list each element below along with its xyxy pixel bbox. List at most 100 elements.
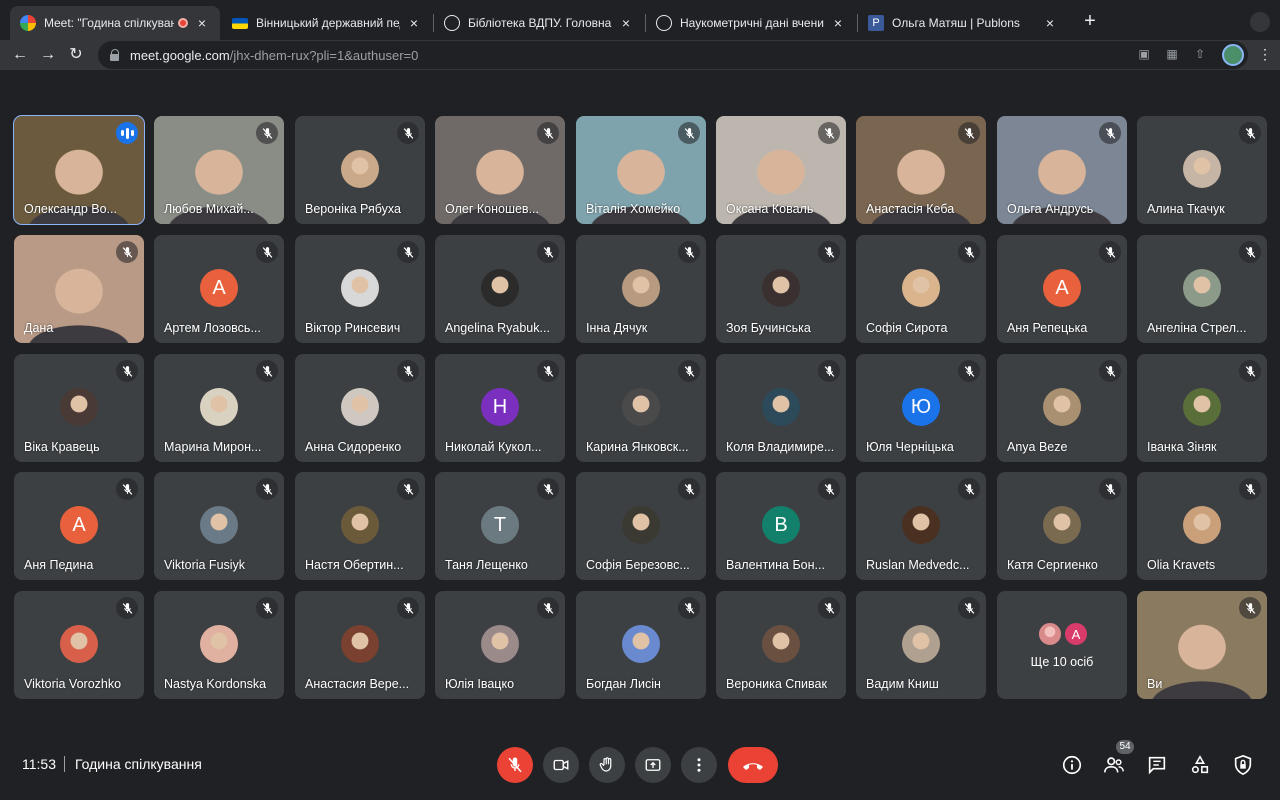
reload-button[interactable]: ↻ (64, 43, 88, 67)
participant-name: Інна Дячук (586, 321, 648, 335)
translate-icon[interactable]: ▦ (1164, 46, 1180, 62)
participant-tile[interactable]: Н Николай Кукол... (435, 354, 565, 462)
participant-name: Катя Сергиенко (1007, 558, 1098, 572)
browser-tab[interactable]: P Ольга Матяш | Publons × (858, 6, 1068, 40)
mic-off-icon (508, 757, 522, 773)
participant-tile[interactable]: Вадим Книш (856, 591, 986, 699)
participant-tile[interactable]: Анастасия Вере... (295, 591, 425, 699)
forward-button[interactable]: → (36, 43, 60, 67)
participant-tile[interactable]: Алина Ткачук (1137, 116, 1267, 224)
participant-tile[interactable]: Viktoria Fusiyk (154, 472, 284, 580)
close-tab-icon[interactable]: × (1042, 15, 1058, 31)
participant-tile[interactable]: А Артем Лозовсь... (154, 235, 284, 343)
participant-avatar (762, 388, 800, 426)
participant-tile[interactable]: А Аня Педина (14, 472, 144, 580)
divider (64, 756, 65, 772)
camera-toggle-button[interactable] (543, 747, 579, 783)
participant-name: Любов Михай... (164, 202, 254, 216)
new-tab-button[interactable]: + (1080, 11, 1100, 32)
participant-tile[interactable]: Ангеліна Стрел... (1137, 235, 1267, 343)
participant-name: Анастасія Кеба (866, 202, 955, 216)
participant-tile[interactable]: Софія Березовс... (576, 472, 706, 580)
browser-tab[interactable]: Наукометричні дані вчених у × (646, 6, 856, 40)
participant-tile[interactable]: Софія Сирота (856, 235, 986, 343)
participant-avatar (341, 625, 379, 663)
participant-tile[interactable]: Катя Сергиенко (997, 472, 1127, 580)
chat-icon (1148, 756, 1166, 775)
address-bar[interactable]: meet.google.com/jhx-dhem-rux?pli=1&authu… (98, 41, 1248, 69)
participant-tile[interactable]: В Валентина Бон... (716, 472, 846, 580)
participant-tile[interactable]: Іванка Зіняк (1137, 354, 1267, 462)
participant-tile[interactable]: Anya Beze (997, 354, 1127, 462)
mic-toggle-button[interactable] (497, 747, 533, 783)
participant-name: Софія Березовс... (586, 558, 690, 572)
browser-tab[interactable]: Вінницький державний педаг × (222, 6, 432, 40)
participant-name: Таня Лещенко (445, 558, 528, 572)
close-tab-icon[interactable]: × (406, 15, 422, 31)
participant-avatar: А (200, 269, 238, 307)
profile-avatar[interactable] (1222, 44, 1244, 66)
participant-tile[interactable]: Віка Кравець (14, 354, 144, 462)
participant-tile[interactable]: Юлія Івацко (435, 591, 565, 699)
chat-button[interactable] (1144, 752, 1170, 778)
participant-tile[interactable]: Olia Kravets (1137, 472, 1267, 580)
camera-in-use-icon[interactable]: ▣ (1136, 46, 1152, 62)
participant-tile[interactable]: Олександр Во... (13, 115, 145, 225)
participants-button[interactable] (1101, 752, 1127, 778)
muted-mic-icon (958, 597, 980, 619)
participant-tile[interactable]: Viktoria Vorozhko (14, 591, 144, 699)
participant-tile[interactable]: Т Таня Лещенко (435, 472, 565, 580)
browser-menu-icon[interactable]: ⋮ (1258, 46, 1272, 63)
tab-title: Наукометричні дані вчених у (680, 16, 824, 30)
participant-tile[interactable]: Анна Сидоренко (295, 354, 425, 462)
participant-avatar (1043, 388, 1081, 426)
participant-tile[interactable]: Коля Владимире... (716, 354, 846, 462)
participant-tile[interactable]: Богдан Лисін (576, 591, 706, 699)
participant-tile[interactable]: Ольга Андрусь (997, 116, 1127, 224)
muted-mic-icon (1239, 241, 1261, 263)
meeting-details-button[interactable] (1059, 752, 1085, 778)
close-tab-icon[interactable]: × (618, 15, 634, 31)
close-tab-icon[interactable]: × (194, 15, 210, 31)
muted-mic-icon (958, 241, 980, 263)
browser-tab[interactable]: Бібліотека ВДПУ. Головна сто × (434, 6, 644, 40)
participant-tile[interactable]: Олег Коношев... (435, 116, 565, 224)
more-participants-tile[interactable]: А Ще 10 осіб (997, 591, 1127, 699)
participant-tile[interactable]: А Аня Репецька (997, 235, 1127, 343)
participant-tile[interactable]: Вероніка Рябуха (295, 116, 425, 224)
participant-tile[interactable]: Інна Дячук (576, 235, 706, 343)
present-screen-button[interactable] (635, 747, 671, 783)
muted-mic-icon (256, 478, 278, 500)
participant-tile[interactable]: Настя Обертин... (295, 472, 425, 580)
self-view-tile[interactable]: Ви (1137, 591, 1267, 699)
muted-mic-icon (1099, 241, 1121, 263)
participant-tile[interactable]: Оксана Коваль (716, 116, 846, 224)
participant-tile[interactable]: Анастасія Кеба (856, 116, 986, 224)
participant-tile[interactable]: Зоя Бучинська (716, 235, 846, 343)
browser-tab[interactable]: Meet: "Година спілкуванн × (10, 6, 220, 40)
participant-name: Валентина Бон... (726, 558, 825, 572)
participant-tile[interactable]: Ruslan Medvedc... (856, 472, 986, 580)
participant-tile[interactable]: Любов Михай... (154, 116, 284, 224)
activities-button[interactable] (1187, 752, 1213, 778)
tab-title: Ольга Матяш | Publons (892, 16, 1020, 30)
share-icon[interactable]: ⇧ (1192, 46, 1208, 62)
participant-tile[interactable]: Марина Мирон... (154, 354, 284, 462)
participant-avatar (200, 388, 238, 426)
participant-tile[interactable]: Вероника Спивак (716, 591, 846, 699)
participant-tile[interactable]: Віктор Ринсевич (295, 235, 425, 343)
participant-tile[interactable]: Віталія Хомейко (576, 116, 706, 224)
participant-tile[interactable]: Дана (14, 235, 144, 343)
raise-hand-button[interactable] (589, 747, 625, 783)
leave-call-button[interactable] (728, 747, 778, 783)
more-options-button[interactable] (681, 747, 717, 783)
tab-search-button[interactable] (1250, 12, 1270, 32)
muted-mic-icon (116, 597, 138, 619)
participant-tile[interactable]: Ю Юля Черніцька (856, 354, 986, 462)
participant-tile[interactable]: Nastya Kordonska (154, 591, 284, 699)
participant-tile[interactable]: Карина Янковск... (576, 354, 706, 462)
host-controls-button[interactable] (1230, 752, 1256, 778)
back-button[interactable]: ← (8, 43, 32, 67)
participant-tile[interactable]: Angelina Ryabuk... (435, 235, 565, 343)
close-tab-icon[interactable]: × (830, 15, 846, 31)
